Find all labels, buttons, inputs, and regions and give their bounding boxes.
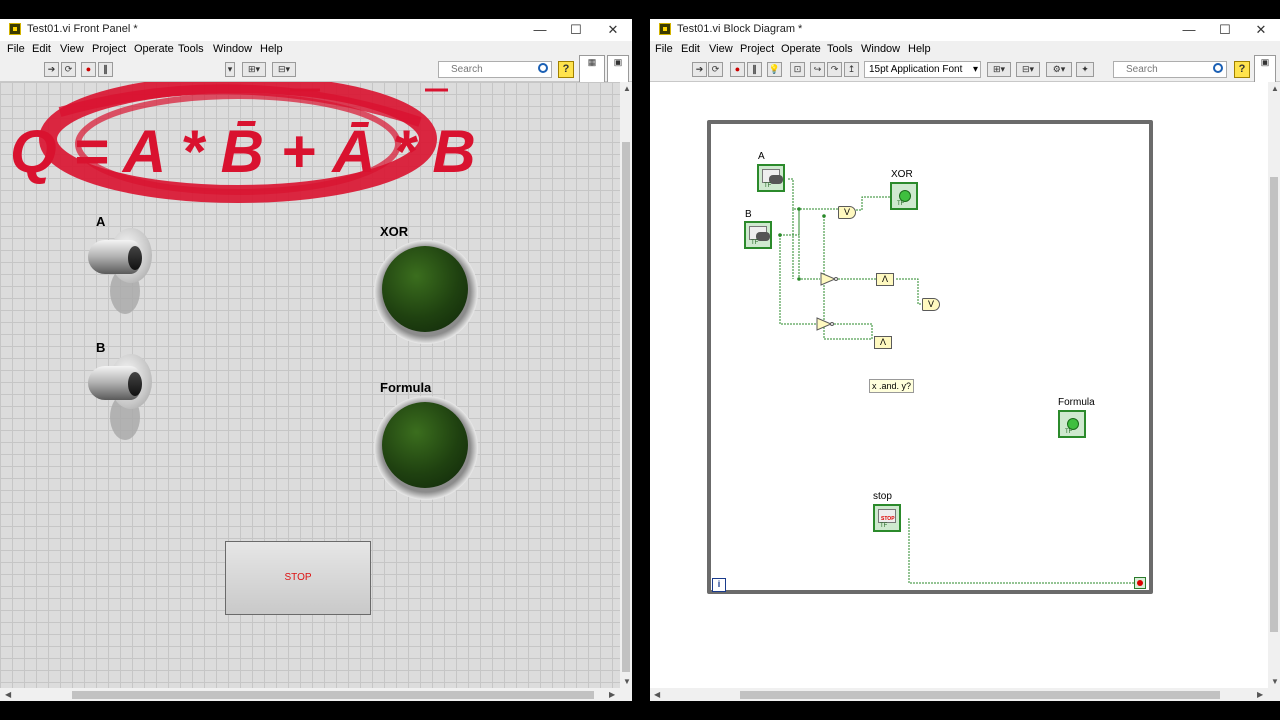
- and-gate-2[interactable]: Λ: [874, 336, 892, 349]
- block-diagram-window: Test01.vi Block Diagram * — ☐ ✕ File Edi…: [650, 19, 1280, 701]
- align-objects-icon[interactable]: ⊞▾: [242, 62, 266, 77]
- block-diagram-vertical-scrollbar[interactable]: ▲ ▼: [1268, 82, 1280, 688]
- menu-tools[interactable]: Tools: [178, 43, 204, 55]
- iteration-terminal: i: [712, 578, 726, 592]
- close-button[interactable]: ✕: [598, 21, 628, 39]
- terminal-stop-label: stop: [873, 491, 892, 502]
- formula-overlay: Q = A * B̄ + Ā * B: [10, 82, 476, 203]
- xor-led-indicator: [374, 240, 478, 344]
- search-icon: [538, 63, 548, 73]
- and-tip-strip: x .and. y?: [869, 379, 915, 393]
- formula-text: Q = A * B̄ + Ā * B: [10, 118, 476, 185]
- terminal-formula[interactable]: TF: [1058, 410, 1086, 438]
- toggle-switch-b[interactable]: [88, 354, 154, 440]
- menu-file[interactable]: File: [7, 43, 25, 55]
- distribute-objects-icon[interactable]: ⊟▾: [272, 62, 296, 77]
- front-panel-horizontal-scrollbar[interactable]: ◀ ▶: [0, 688, 632, 701]
- front-panel-title: Test01.vi Front Panel *: [27, 23, 138, 35]
- xor-indicator-label: XOR: [380, 224, 409, 239]
- terminal-b-label: B: [745, 209, 752, 220]
- control-b-label: B: [96, 340, 106, 355]
- control-a-label: A: [96, 214, 106, 229]
- menu-window[interactable]: Window: [213, 43, 252, 55]
- connector-pane-icon[interactable]: ▦: [579, 55, 605, 83]
- not-gate-a-icon[interactable]: [820, 272, 838, 286]
- front-panel-titlebar[interactable]: Test01.vi Front Panel * — ☐ ✕: [0, 19, 632, 41]
- pause-icon[interactable]: ∥: [98, 62, 113, 77]
- terminal-b[interactable]: TF: [744, 221, 772, 249]
- search-input[interactable]: Search: [438, 61, 552, 78]
- not-gate-b-icon[interactable]: [816, 317, 834, 331]
- minimize-button[interactable]: —: [525, 21, 555, 39]
- block-diagram-horizontal-scrollbar[interactable]: ◀ ▶: [650, 688, 1280, 701]
- front-panel-toolbar: ➔ ⟳ ● ∥ ▾ ⊞▾ ⊟▾ Search ? ▦ ▣: [0, 55, 632, 83]
- menu-project[interactable]: Project: [92, 43, 126, 55]
- terminal-xor-label: XOR: [891, 169, 913, 180]
- terminal-formula-label: Formula: [1058, 397, 1095, 408]
- run-arrow-icon[interactable]: ➔: [44, 62, 59, 77]
- front-panel-window: Test01.vi Front Panel * — ☐ ✕ File Edit …: [0, 19, 632, 701]
- context-help-button[interactable]: ?: [558, 61, 574, 78]
- menu-help[interactable]: Help: [260, 43, 283, 55]
- toggle-switch-a[interactable]: [88, 228, 154, 314]
- terminal-stop[interactable]: STOP TF: [873, 504, 901, 532]
- terminal-a[interactable]: TF: [757, 164, 785, 192]
- and-gate-1[interactable]: Λ: [876, 273, 894, 286]
- run-continuous-icon[interactable]: ⟳: [61, 62, 76, 77]
- front-panel-canvas[interactable]: Q = A * B̄ + Ā * B A B XOR Formula STOP: [0, 82, 620, 688]
- or-gate-formula[interactable]: V: [922, 298, 940, 311]
- abort-icon[interactable]: ●: [81, 62, 96, 77]
- menu-operate[interactable]: Operate: [134, 43, 174, 55]
- formula-led-indicator: [374, 396, 478, 500]
- front-panel-menubar: File Edit View Project Operate Tools Win…: [0, 41, 632, 59]
- terminal-xor[interactable]: TF: [890, 182, 918, 210]
- loop-condition-terminal[interactable]: [1134, 577, 1146, 589]
- menu-edit[interactable]: Edit: [32, 43, 51, 55]
- formula-indicator-label: Formula: [380, 380, 432, 395]
- menu-view[interactable]: View: [60, 43, 84, 55]
- or-gate-xor[interactable]: V: [838, 206, 856, 219]
- front-panel-vertical-scrollbar[interactable]: ▲ ▼: [620, 82, 632, 688]
- font-dropdown-icon[interactable]: ▾: [225, 62, 235, 77]
- maximize-button[interactable]: ☐: [561, 21, 591, 39]
- terminal-a-label: A: [758, 151, 765, 162]
- vi-icon[interactable]: ▣: [607, 55, 629, 83]
- stop-button[interactable]: STOP: [225, 541, 371, 615]
- labview-vi-icon: [9, 23, 21, 35]
